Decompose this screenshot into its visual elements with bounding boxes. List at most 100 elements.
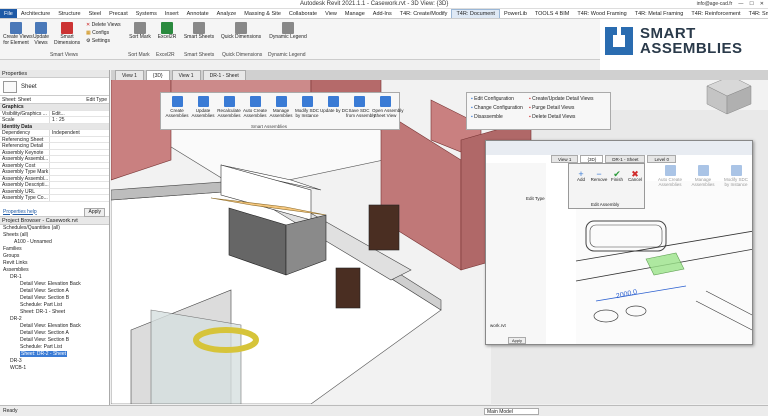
browser-item[interactable]: Sheet: DR-1 - Sheet	[0, 309, 109, 316]
toolbar-button-update-by-dc[interactable]: Update by DC	[320, 96, 348, 113]
toolbar-button-modify-sdc[interactable]: Modify SDC by Instance	[294, 96, 320, 118]
ribbon-tab-add-ins[interactable]: Add-Ins	[369, 9, 396, 18]
ribbon-tab-architecture[interactable]: Architecture	[17, 9, 54, 18]
browser-item[interactable]: Sheet: DR-2 - Sheet	[0, 350, 109, 358]
popup-view-tab[interactable]: DR-1 - Sheet	[605, 155, 646, 163]
property-value[interactable]	[50, 195, 52, 201]
browser-item[interactable]: Detail View: Elevation Back	[0, 323, 109, 330]
toolbar-button-auto-create[interactable]: Auto Create Assemblies	[242, 96, 268, 118]
delete-views-button[interactable]: ✕ Delete Views	[86, 22, 121, 29]
property-value[interactable]	[50, 182, 52, 188]
toolbar-button-manage[interactable]: Manage Assemblies	[268, 96, 294, 118]
properties-help-link[interactable]: Properties help	[3, 209, 37, 215]
view-tab[interactable]: View 1	[171, 70, 201, 80]
view-tab[interactable]: {3D}	[145, 70, 170, 80]
property-value[interactable]	[50, 169, 52, 175]
popup-ribbon-button[interactable]: Modify SDC by Instance	[720, 165, 752, 187]
dynamic-legend-button[interactable]: Dynamic Legend	[268, 22, 308, 41]
toolbar-button-update[interactable]: Update Assemblies	[190, 96, 216, 118]
remove-button[interactable]: − Remove	[590, 170, 608, 183]
browser-item[interactable]: Schedule: Part List	[0, 302, 109, 309]
ribbon-tab-view[interactable]: View	[321, 9, 341, 18]
ribbon-tab-tools-4-bim[interactable]: TOOLS 4 BIM	[531, 9, 573, 18]
property-value[interactable]: Independent	[50, 130, 80, 136]
list-action[interactable]: ▪ Delete Detail Views	[529, 114, 575, 120]
browser-item[interactable]: DR-1	[0, 274, 109, 281]
property-value[interactable]	[50, 176, 52, 182]
ribbon-tab-annotate[interactable]: Annotate	[183, 9, 213, 18]
sort-mark-button[interactable]: Sort Mark	[126, 22, 154, 41]
ribbon-tab-insert[interactable]: Insert	[161, 9, 183, 18]
ribbon-tab-file[interactable]: File	[0, 9, 17, 18]
apply-button[interactable]: Apply	[84, 207, 105, 217]
property-value[interactable]	[50, 163, 52, 169]
quick-dimensions-button[interactable]: Quick Dimensions	[220, 22, 262, 41]
browser-item[interactable]: WCB-1	[0, 365, 109, 372]
maximize-icon[interactable]: ☐	[749, 1, 753, 7]
browser-item[interactable]: Detail View: Section B	[0, 295, 109, 302]
ribbon-tab-t4r-document[interactable]: T4R: Document	[451, 9, 500, 18]
list-action[interactable]: ▪ Disassemble	[471, 114, 503, 120]
view-tab[interactable]: View 1	[115, 70, 144, 80]
property-value[interactable]	[50, 189, 52, 195]
property-row[interactable]: Assembly Type Co...	[0, 195, 109, 202]
ribbon-tab-powerlib[interactable]: PowerLib	[500, 9, 531, 18]
ribbon-tab-structure[interactable]: Structure	[54, 9, 84, 18]
ribbon-tab-t4r-create-modify[interactable]: T4R: Create/Modify	[396, 9, 452, 18]
edit-type-button[interactable]: Edit Type	[86, 96, 107, 104]
browser-item[interactable]: Detail View: Elevation Back	[0, 281, 109, 288]
ribbon-tab-precast[interactable]: Precast	[105, 9, 132, 18]
type-selector[interactable]: Sheet	[0, 78, 109, 96]
ribbon-tab-massing-site[interactable]: Massing & Site	[240, 9, 285, 18]
ribbon-tab-manage[interactable]: Manage	[341, 9, 369, 18]
active-model-select[interactable]: Main Model	[484, 408, 539, 415]
user-account[interactable]: info@age-cad.fr	[697, 1, 733, 7]
add-button[interactable]: + Add	[572, 170, 590, 183]
smart-dimensions-button[interactable]: Smart Dimensions	[54, 22, 80, 46]
property-value[interactable]	[50, 137, 52, 143]
browser-item[interactable]: DR-3	[0, 358, 109, 365]
finish-button[interactable]: ✔ Finish	[608, 170, 626, 183]
popup-ribbon-button[interactable]: Auto Create Assemblies	[654, 165, 686, 187]
minimize-icon[interactable]: —	[738, 1, 743, 7]
smart-sheets-button[interactable]: Smart Sheets	[182, 22, 216, 41]
popup-ribbon-button[interactable]: Manage Assemblies	[687, 165, 719, 187]
browser-item[interactable]: Schedule: Part List	[0, 344, 109, 351]
ribbon-tab-analyze[interactable]: Analyze	[213, 9, 241, 18]
browser-item[interactable]: Groups	[0, 253, 109, 260]
property-value[interactable]	[50, 150, 52, 156]
toolbar-button-create[interactable]: Create Assemblies	[164, 96, 190, 118]
browser-item[interactable]: Assemblies	[0, 267, 109, 274]
property-value[interactable]: Edit...	[50, 111, 65, 117]
toolbar-button-open-assembly[interactable]: Open Assembly Sheet View	[372, 96, 404, 118]
settings-button[interactable]: ⚙ Settings	[86, 38, 110, 45]
excel2r-button[interactable]: Excel2R	[156, 22, 178, 41]
browser-item[interactable]: Detail View: Section A	[0, 330, 109, 337]
browser-item[interactable]: Schedules/Quantities (all)	[0, 225, 109, 232]
create-views-button[interactable]: Create Views for Element	[3, 22, 33, 46]
view-tab[interactable]: DR-1 - Sheet	[202, 70, 246, 80]
property-value[interactable]	[50, 156, 52, 162]
popup-view-tab[interactable]: Level 0	[647, 155, 676, 163]
browser-item[interactable]: A100 - Unnamed	[0, 239, 109, 246]
close-icon[interactable]: ✕	[760, 1, 764, 7]
toolbar-button-recalculate[interactable]: Recalculate Assemblies	[216, 96, 242, 118]
ribbon-tab-systems[interactable]: Systems	[132, 9, 161, 18]
list-action[interactable]: ▪ Edit Configuration	[471, 96, 514, 102]
list-action[interactable]: ▪ Purge Detail Views	[529, 105, 574, 111]
ribbon-tab-t4r-metal-framing[interactable]: T4R: Metal Framing	[631, 9, 688, 18]
property-value[interactable]	[50, 143, 52, 149]
browser-item[interactable]: Families	[0, 246, 109, 253]
ribbon-tab-collaborate[interactable]: Collaborate	[285, 9, 321, 18]
popup-view-tab[interactable]: View 1	[551, 155, 579, 163]
popup-edit-type-button[interactable]: Edit Type	[526, 196, 545, 201]
cancel-button[interactable]: ✖ Cancel	[626, 170, 644, 183]
browser-item[interactable]: DR-2	[0, 316, 109, 323]
property-value[interactable]: 1 : 25	[50, 117, 65, 123]
configs-button[interactable]: ▦ Configs	[86, 30, 109, 37]
popup-view-tab[interactable]: {3D}	[580, 155, 604, 163]
browser-item[interactable]: Detail View: Section A	[0, 288, 109, 295]
ribbon-tab-t4r-wood-framing[interactable]: T4R: Wood Framing	[573, 9, 630, 18]
browser-item[interactable]: Detail View: Section B	[0, 337, 109, 344]
ribbon-tab-t4r-smart-mep[interactable]: T4R: Smart MEP	[745, 9, 768, 18]
